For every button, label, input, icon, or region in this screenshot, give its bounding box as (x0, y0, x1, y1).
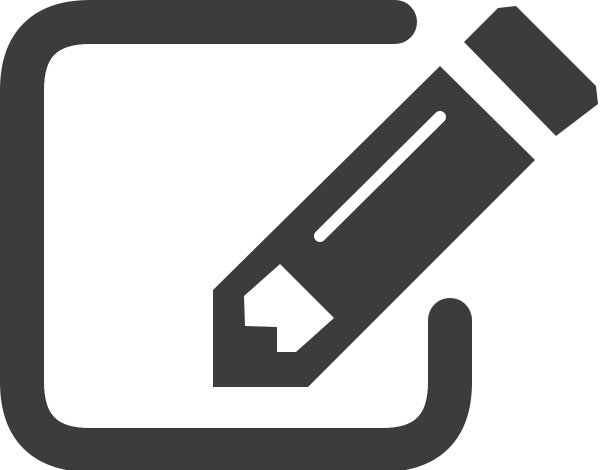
icon-canvas (0, 0, 600, 470)
pencil-body (213, 66, 535, 387)
edit-icon (0, 0, 598, 470)
